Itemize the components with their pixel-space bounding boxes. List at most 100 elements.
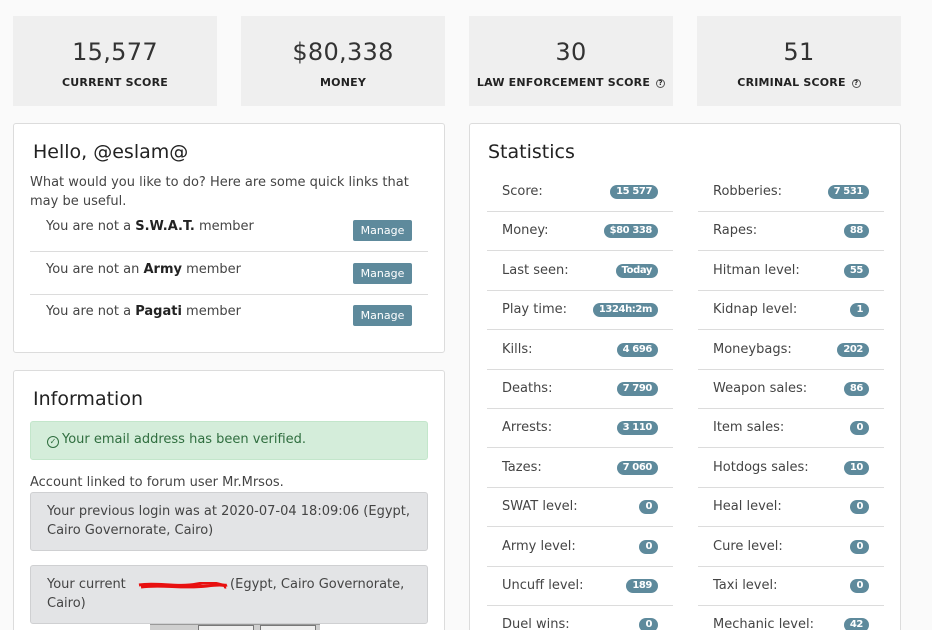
membership-suffix: member <box>194 219 254 234</box>
stat-badge: 0 <box>639 618 658 630</box>
stat-label: Money: <box>502 223 549 239</box>
stat-row: Item sales: 0 <box>698 409 884 449</box>
hello-intro: What would you like to do? Here are some… <box>30 175 409 209</box>
stat-label: Weapon sales: <box>713 381 808 396</box>
stat-row: Tazes: 7 060 <box>487 449 673 488</box>
stat-card-current-score: 15,577 CURRENT SCORE <box>13 16 217 106</box>
manage-swat-button[interactable]: Manage <box>353 220 412 241</box>
stat-label: Robberies: <box>713 184 783 199</box>
membership-prefix: You are not a <box>46 304 136 319</box>
membership-group: Pagati <box>135 304 182 319</box>
stat-row: Score: 15 577 <box>487 173 673 212</box>
stat-label: Uncuff level: <box>502 578 584 593</box>
email-verified-alert: ✓ Your email address has been verified. <box>30 421 428 460</box>
stat-row: Robberies: 7 531 <box>698 173 884 212</box>
stat-badge: $80 338 <box>603 224 658 239</box>
current-score-label: CURRENT SCORE <box>62 76 168 89</box>
current-score-value: 15,577 <box>72 38 158 66</box>
stat-label: Arrests: <box>502 420 553 436</box>
stat-label: Hitman level: <box>713 262 800 278</box>
previous-login-box: Your previous login was at 2020-07-04 18… <box>30 492 428 551</box>
stat-row: Hitman level: 55 <box>698 252 884 291</box>
membership-prefix: You are not an <box>46 262 144 277</box>
stat-badge: 7 790 <box>616 382 658 396</box>
stat-row: Play time: 1324h:2m <box>487 291 673 331</box>
membership-group: Army <box>143 262 182 277</box>
information-panel: Information ✓ Your email address has been… <box>13 370 445 630</box>
stat-label: Tazes: <box>502 459 542 475</box>
stat-label: Last seen: <box>502 262 569 278</box>
law-enforcement-score-value: 30 <box>555 38 587 66</box>
stat-badge: 1324h:2m <box>592 303 658 318</box>
stat-row: Uncuff level: 189 <box>487 567 673 606</box>
stat-row: Taxi level: 0 <box>698 567 884 606</box>
membership-row-army: You are not an Army member Manage <box>30 253 428 295</box>
stat-badge: 7 060 <box>616 460 658 475</box>
stat-label: Rapes: <box>713 223 758 239</box>
membership-suffix: member <box>181 304 241 319</box>
stat-card-money: $80,338 MONEY <box>241 16 445 106</box>
redaction-scribble <box>138 582 228 589</box>
stat-badge: 88 <box>843 224 869 239</box>
stat-row: Cure level: 0 <box>698 528 884 567</box>
money-label: MONEY <box>320 76 366 89</box>
stat-badge: Today <box>615 263 658 278</box>
stat-card-criminal-score: 51 CRIMINAL SCORE ? <box>697 16 901 106</box>
stat-label: Heal level: <box>713 499 782 515</box>
criminal-score-value: 51 <box>783 38 815 66</box>
law-enforcement-score-label: LAW ENFORCEMENT SCORE <box>476 76 651 89</box>
stat-row: Moneybags: 202 <box>698 331 884 370</box>
stat-badge: 86 <box>843 382 869 396</box>
stat-row: Kills: 4 696 <box>487 331 673 370</box>
membership-row-pagati: You are not a Pagati member Manage <box>30 295 428 337</box>
help-icon[interactable]: ? <box>851 79 861 88</box>
stat-badge: 42 <box>843 618 869 630</box>
check-circle-icon: ✓ <box>47 436 59 448</box>
manage-army-button[interactable]: Manage <box>353 263 412 284</box>
stat-label: Item sales: <box>713 420 785 436</box>
taskbar-fragment <box>150 624 320 630</box>
stat-badge: 55 <box>843 263 869 278</box>
membership-row-swat: You are not a S.W.A.T. member Manage <box>30 210 428 252</box>
stat-label: Duel wins: <box>502 617 570 630</box>
stat-row: Duel wins: 0 <box>487 606 673 630</box>
statistics-panel: Statistics Score: 15 577 Money: $80 338 Last… <box>469 123 901 630</box>
stat-row: Heal level: 0 <box>698 488 884 528</box>
stat-row: Weapon sales: 86 <box>698 370 884 409</box>
membership-group: S.W.A.T. <box>135 219 195 234</box>
stat-badge: 0 <box>850 421 869 436</box>
stat-card-law-enforcement-score: 30 LAW ENFORCEMENT SCORE ? <box>469 16 673 106</box>
current-ip-box: Your current (Egypt, Cairo Governorate, … <box>30 565 428 624</box>
stat-label: Kidnap level: <box>713 302 798 318</box>
stat-badge: 0 <box>850 500 869 515</box>
email-verified-text: Your email address has been verified. <box>62 432 307 447</box>
stat-label: Deaths: <box>502 381 553 396</box>
stat-label: Play time: <box>502 302 567 318</box>
stat-badge: 15 577 <box>610 185 658 199</box>
membership-prefix: You are not a <box>46 219 136 234</box>
statistics-title: Statistics <box>488 141 575 163</box>
stat-label: Taxi level: <box>713 578 778 593</box>
membership-suffix: member <box>181 262 242 277</box>
stat-row: Money: $80 338 <box>487 212 673 252</box>
stat-badge: 0 <box>850 539 869 554</box>
stat-label: Score: <box>502 184 543 199</box>
stat-row: Rapes: 88 <box>698 212 884 252</box>
current-ip-prefix: Your current <box>47 577 130 592</box>
stat-badge: 0 <box>639 500 658 515</box>
stat-badge: 0 <box>639 539 658 554</box>
help-icon[interactable]: ? <box>656 79 666 88</box>
stat-badge: 10 <box>843 460 869 475</box>
money-value: $80,338 <box>292 38 394 66</box>
stat-badge: 0 <box>850 579 869 593</box>
stat-label: Mechanic level: <box>713 617 814 630</box>
stat-label: Cure level: <box>713 538 783 554</box>
hello-panel: Hello, @eslam@ What would you like to do… <box>13 123 445 353</box>
information-title: Information <box>33 388 143 410</box>
stat-badge: 1 <box>850 303 869 318</box>
hello-title: Hello, @eslam@ <box>33 141 189 163</box>
stat-label: Moneybags: <box>713 341 792 357</box>
stat-label: Army level: <box>502 538 576 554</box>
manage-pagati-button[interactable]: Manage <box>353 305 412 326</box>
stat-label: Kills: <box>502 341 533 357</box>
